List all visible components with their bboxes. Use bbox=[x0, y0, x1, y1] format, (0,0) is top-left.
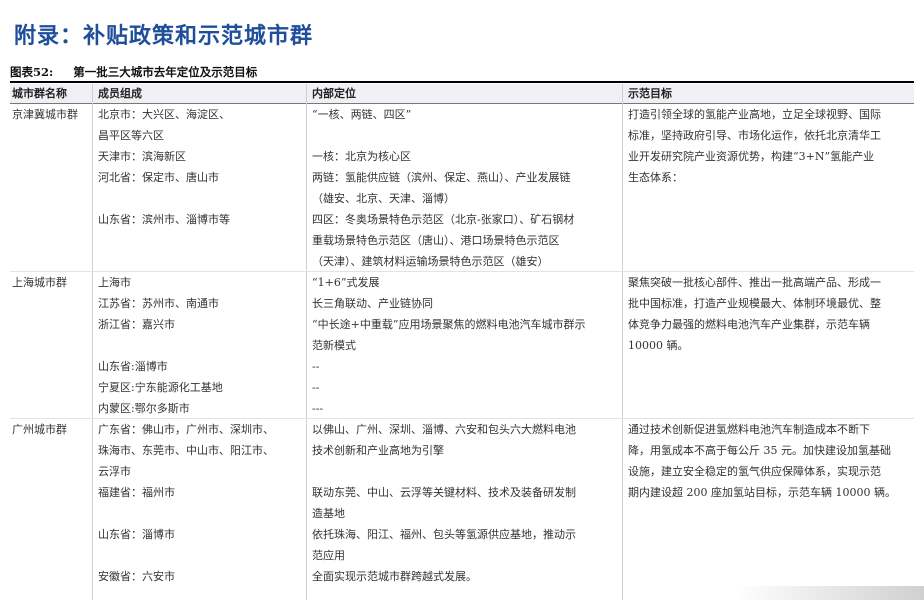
column-separator bbox=[306, 84, 307, 600]
position-line: “一核、两链、四区” bbox=[312, 108, 412, 121]
caption-number: 图表52: bbox=[10, 65, 54, 79]
target-line: 期内建设超 200 座加氢站目标，示范车辆 10000 辆。 bbox=[628, 486, 896, 499]
member-line: 江苏省：苏州市、南通市 bbox=[98, 297, 219, 310]
target-line: 设施，建立安全稳定的氢气供应保障体系，实现示范 bbox=[628, 465, 881, 478]
caption-text: 第一批三大城市去年定位及示范目标 bbox=[73, 65, 258, 79]
target-line: 10000 辆。 bbox=[628, 339, 689, 352]
position-line: 造基地 bbox=[312, 507, 345, 520]
member-line: 云浮市 bbox=[98, 465, 131, 478]
target-line: 批中国标准，打造产业规模最大、体制环境最优、整 bbox=[628, 297, 881, 310]
position-line: 重载场景特色示范区（唐山）、港口场景特色示范区 bbox=[312, 234, 560, 247]
table-caption: 图表52: 第一批三大城市去年定位及示范目标 bbox=[10, 64, 257, 80]
position-line: （雄安、北京、天津、淄博） bbox=[312, 192, 455, 205]
position-line: -- bbox=[312, 381, 320, 394]
table-top-rule bbox=[10, 81, 914, 83]
member-line: 上海市 bbox=[98, 276, 131, 289]
header-position: 内部定位 bbox=[312, 87, 356, 100]
target-line: 通过技术创新促进氢燃料电池汽车制造成本不断下 bbox=[628, 423, 870, 436]
member-line: 安徽省：六安市 bbox=[98, 570, 175, 583]
position-line: “1+6”式发展 bbox=[312, 276, 380, 289]
member-line: 北京市：大兴区、海淀区、 bbox=[98, 108, 230, 121]
member-line: 宁夏区:宁东能源化工基地 bbox=[98, 381, 223, 394]
position-line: 范应用 bbox=[312, 549, 345, 562]
target-line: 标准，坚持政府引导、市场化运作，依托北京清华工 bbox=[628, 129, 881, 142]
member-line: 天津市：滨海新区 bbox=[98, 150, 186, 163]
target-line: 体竞争力最强的燃料电池汽车产业集群，示范车辆 bbox=[628, 318, 870, 331]
member-line: 广东省：佛山市，广州市、深圳市、 bbox=[98, 423, 274, 436]
column-separator bbox=[622, 84, 623, 600]
member-line: 福建省：福州市 bbox=[98, 486, 175, 499]
position-line: 以佛山、广州、深圳、淄博、六安和包头六大燃料电池 bbox=[312, 423, 576, 436]
position-line: -- bbox=[312, 360, 320, 373]
position-line: （天津）、建筑材料运输场景特色示范区（雄安） bbox=[312, 255, 549, 268]
member-line: 内蒙区:鄂尔多斯市 bbox=[98, 402, 190, 415]
position-line: “中长途+中重载”应用场景聚焦的燃料电池汽车城市群示 bbox=[312, 318, 586, 331]
position-line: 四区：冬奥场景特色示范区（北京-张家口）、矿石钢材 bbox=[312, 213, 575, 226]
position-line: 长三角联动、产业链协同 bbox=[312, 297, 433, 310]
table-header-background bbox=[10, 84, 914, 103]
page-title: 附录：补贴政策和示范城市群 bbox=[14, 23, 314, 49]
member-line: 浙江省：嘉兴市 bbox=[98, 318, 175, 331]
member-line: 昌平区等六区 bbox=[98, 129, 164, 142]
position-line: 联动东莞、中山、云浮等关键材料、技术及装备研发制 bbox=[312, 486, 576, 499]
member-line: 河北省：保定市、唐山市 bbox=[98, 171, 219, 184]
city-group-name: 京津冀城市群 bbox=[12, 108, 78, 121]
header-target: 示范目标 bbox=[628, 87, 672, 100]
position-line: --- bbox=[312, 402, 324, 415]
city-group-name: 上海城市群 bbox=[12, 276, 67, 289]
position-line: 范新模式 bbox=[312, 339, 356, 352]
position-line: 全面实现示范城市群跨越式发展。 bbox=[312, 570, 477, 583]
column-separator bbox=[92, 84, 93, 600]
position-line: 两链：氢能供应链（滨州、保定、燕山）、产业发展链 bbox=[312, 171, 571, 184]
member-line: 山东省:淄博市 bbox=[98, 360, 168, 373]
header-members: 成员组成 bbox=[98, 87, 142, 100]
member-line: 珠海市、东莞市、中山市、阳江市、 bbox=[98, 444, 274, 457]
position-line: 技术创新和产业高地为引擎 bbox=[312, 444, 444, 457]
header-city-group: 城市群名称 bbox=[12, 87, 67, 100]
member-line: 山东省：淄博市 bbox=[98, 528, 175, 541]
bottom-edge-shade bbox=[734, 586, 924, 600]
position-line: 一核：北京为核心区 bbox=[312, 150, 411, 163]
position-line: 依托珠海、阳江、福州、包头等氢源供应基地，推动示 bbox=[312, 528, 576, 541]
member-line: 山东省：滨州市、淄博市等 bbox=[98, 213, 230, 226]
city-group-name: 广州城市群 bbox=[12, 423, 67, 436]
target-line: 聚焦突破一批核心部件、推出一批高端产品、形成一 bbox=[628, 276, 881, 289]
target-line: 业开发研究院产业资源优势，构建“3+N”氢能产业 bbox=[628, 150, 875, 163]
target-line: 降，用氢成本不高于每公斤 35 元。加快建设加氢基础 bbox=[628, 444, 891, 457]
target-line: 生态体系： bbox=[628, 171, 683, 184]
target-line: 打造引领全球的氢能产业高地，立足全球视野、国际 bbox=[628, 108, 881, 121]
